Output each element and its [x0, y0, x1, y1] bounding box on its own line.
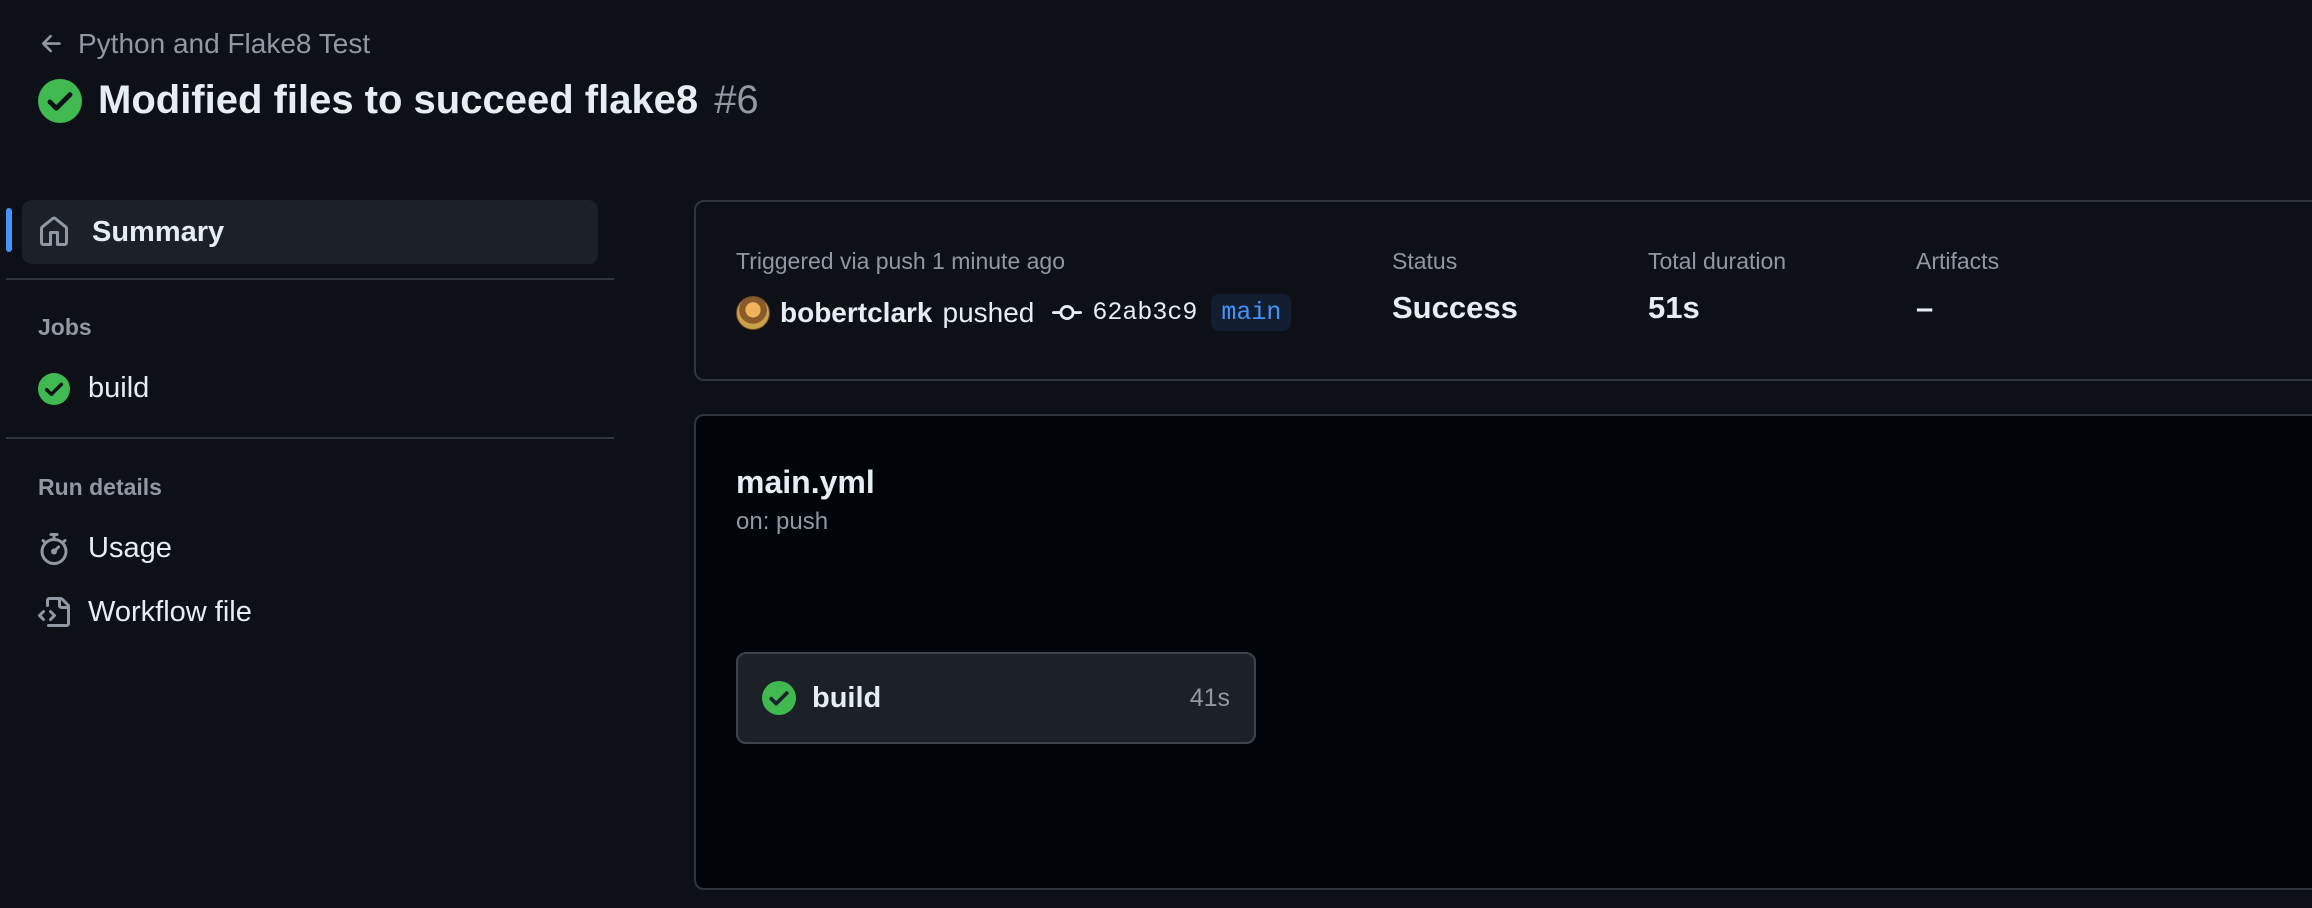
run-number: #6: [714, 78, 759, 122]
workflow-trigger: on: push: [736, 508, 829, 535]
check-circle-icon: [38, 372, 70, 405]
git-commit-icon: [1052, 304, 1083, 320]
sidebar-item-build[interactable]: build: [38, 372, 149, 405]
file-code-icon: [38, 596, 70, 627]
sidebar-item-label: build: [88, 372, 150, 404]
sidebar-item-label: Workflow file: [88, 596, 252, 628]
duration-label: Total duration: [1648, 248, 1787, 274]
home-icon: [40, 216, 68, 246]
avatar[interactable]: [736, 295, 770, 330]
jobs-heading: Jobs: [38, 314, 92, 340]
trigger-text: Triggered via push 1 minute ago: [736, 248, 1066, 274]
sidebar-item-label: Summary: [92, 215, 225, 248]
run-details-heading: Run details: [38, 474, 162, 500]
duration-value: 51s: [1648, 290, 1700, 325]
artifacts-label: Artifacts: [1916, 248, 2000, 274]
run-summary-card: Triggered via push 1 minute ago bobertcl…: [694, 200, 2312, 381]
sidebar-item-usage[interactable]: Usage: [38, 532, 172, 565]
page-title: Modified files to succeed flake8 #6: [38, 78, 759, 123]
sidebar-item-label: Usage: [88, 532, 172, 564]
status-value: Success: [1392, 290, 1518, 325]
check-circle-icon: [38, 78, 82, 123]
sidebar-divider: [6, 278, 614, 280]
workflow-file-name[interactable]: main.yml: [736, 464, 875, 501]
trigger-row: bobertclark pushed 62ab3c9 main: [736, 294, 1292, 331]
job-node-build[interactable]: build 41s: [736, 652, 1256, 744]
back-link[interactable]: Python and Flake8 Test: [38, 28, 370, 60]
branch-badge[interactable]: main: [1211, 294, 1292, 331]
commit-sha-link[interactable]: 62ab3c9: [1092, 298, 1197, 327]
job-duration: 41s: [1189, 683, 1230, 712]
back-link-label: Python and Flake8 Test: [78, 28, 371, 59]
actor-link[interactable]: bobertclark: [780, 297, 933, 329]
job-name: build: [812, 681, 882, 714]
action-text: pushed: [942, 296, 1035, 328]
workflow-graph: main.yml on: push build 41s: [694, 414, 2312, 890]
stopwatch-icon: [40, 532, 68, 565]
sidebar-item-workflow-file[interactable]: Workflow file: [38, 596, 252, 629]
arrow-left-icon: [41, 34, 61, 53]
sidebar-divider: [6, 437, 614, 439]
run-title-text: Modified files to succeed flake8: [98, 78, 699, 122]
status-label: Status: [1392, 248, 1458, 274]
artifacts-value: –: [1916, 290, 1934, 325]
sidebar-item-summary[interactable]: Summary: [22, 200, 598, 264]
active-indicator: [6, 208, 12, 252]
check-circle-icon: [762, 681, 796, 715]
